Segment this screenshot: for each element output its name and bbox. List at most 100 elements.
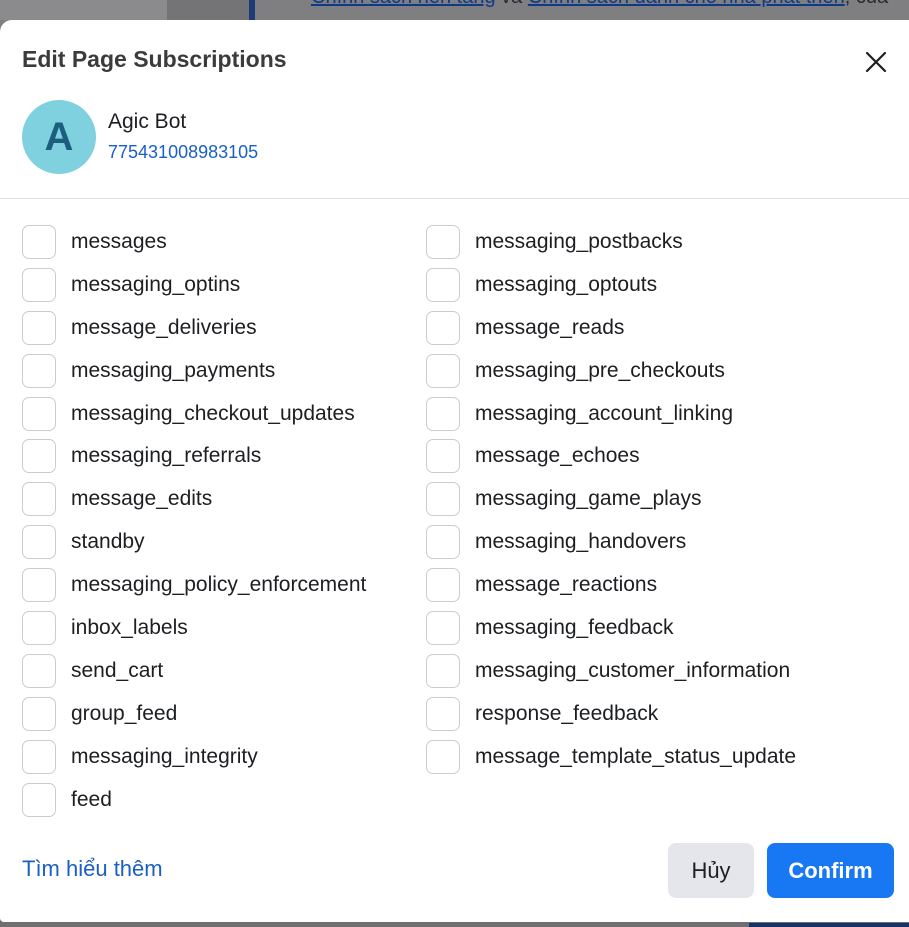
subscription-checkbox[interactable] [22, 696, 56, 731]
subscription-field-label: messaging_feedback [475, 616, 674, 640]
subscription-checkbox[interactable] [22, 611, 56, 646]
subscription-field-label: messaging_optouts [475, 272, 658, 296]
subscription-checkbox[interactable] [22, 310, 56, 345]
subscription-checkbox[interactable] [426, 653, 460, 688]
subscription-field[interactable]: message_template_status_update [426, 738, 882, 776]
subscription-checkbox[interactable] [426, 525, 460, 560]
subscription-field-label: send_cart [71, 658, 164, 682]
subscription-field[interactable]: messaging_customer_information [426, 652, 882, 690]
subscription-field-label: message_deliveries [71, 315, 257, 339]
subscription-checkbox[interactable] [22, 353, 56, 388]
subscription-field-label: standby [71, 530, 145, 554]
subscription-field[interactable]: messaging_feedback [426, 609, 882, 647]
subscription-checkbox[interactable] [22, 739, 56, 774]
subscription-checkbox[interactable] [426, 267, 460, 302]
background-text-and: và [496, 0, 528, 8]
page-id-link[interactable]: 775431008983105 [108, 142, 258, 163]
subscription-field[interactable]: message_reads [426, 309, 882, 347]
subscription-field[interactable]: messages [22, 223, 426, 261]
subscription-field-label: messaging_pre_checkouts [475, 358, 725, 382]
background-sidebar [0, 0, 167, 20]
subscription-field[interactable]: messaging_payments [22, 352, 426, 390]
dialog-title: Edit Page Subscriptions [22, 46, 287, 72]
subscription-field-label: messaging_customer_information [475, 658, 791, 682]
subscription-field-label: messaging_payments [71, 358, 276, 382]
learn-more-link[interactable]: Tìm hiểu thêm [22, 856, 163, 882]
subscription-field[interactable]: group_feed [22, 695, 426, 733]
subscription-field-label: message_echoes [475, 444, 640, 468]
subscription-checkbox[interactable] [426, 482, 460, 517]
subscription-field[interactable]: messaging_optins [22, 266, 426, 304]
background-column [167, 0, 249, 20]
subscription-checkbox[interactable] [22, 782, 56, 817]
confirm-button[interactable]: Confirm [767, 843, 894, 898]
subscription-checkbox[interactable] [426, 439, 460, 474]
subscription-field-label: message_reads [475, 315, 625, 339]
subscription-field[interactable]: messaging_checkout_updates [22, 395, 426, 433]
edit-subscriptions-dialog: Edit Page Subscriptions A Agic Bot 77543… [0, 20, 909, 922]
background-bottom-strip [749, 923, 909, 927]
background-text-tail: , của [845, 0, 888, 8]
subscription-checkbox[interactable] [22, 439, 56, 474]
subscription-field[interactable]: messaging_integrity [22, 738, 426, 776]
subscription-field-label: message_edits [71, 487, 213, 511]
subscription-checkbox[interactable] [426, 353, 460, 388]
background-text: Chính sách nền tảng và Chính sách dành c… [311, 0, 888, 9]
subscription-field-label: response_feedback [475, 701, 659, 725]
subscription-field[interactable]: standby [22, 523, 426, 561]
subscription-field[interactable]: response_feedback [426, 695, 882, 733]
subscription-field[interactable]: messaging_referrals [22, 437, 426, 475]
subscription-checkbox[interactable] [22, 653, 56, 688]
subscription-field-label: messaging_checkout_updates [71, 401, 355, 425]
subscription-field[interactable]: messaging_pre_checkouts [426, 352, 882, 390]
subscription-field[interactable]: messaging_postbacks [426, 223, 882, 261]
subscription-field[interactable]: feed [22, 781, 426, 819]
subscription-field[interactable]: message_edits [22, 480, 426, 518]
close-icon [865, 51, 887, 73]
page-name: Agic Bot [108, 110, 187, 133]
subscription-field[interactable]: message_echoes [426, 437, 882, 475]
subscription-field[interactable]: messaging_optouts [426, 266, 882, 304]
subscription-field[interactable]: messaging_handovers [426, 523, 882, 561]
subscription-field[interactable]: send_cart [22, 652, 426, 690]
subscription-field-label: messaging_optins [71, 272, 241, 296]
subscription-checkbox[interactable] [22, 225, 56, 259]
subscription-checkbox[interactable] [426, 739, 460, 774]
subscription-checkbox[interactable] [22, 267, 56, 302]
subscription-checkbox[interactable] [426, 310, 460, 345]
background-link-developer-policy: Chính sách dành cho nhà phát triển [528, 0, 845, 8]
subscription-checkbox[interactable] [22, 525, 56, 560]
subscription-checkbox[interactable] [426, 696, 460, 731]
subscription-field-label: messaging_game_plays [475, 487, 702, 511]
subscription-field-label: messaging_postbacks [475, 230, 683, 253]
close-button[interactable] [858, 44, 894, 80]
subscription-field-label: messaging_account_linking [475, 401, 733, 425]
subscription-field-label: messaging_referrals [71, 444, 262, 468]
subscription-field-label: messaging_policy_enforcement [71, 573, 367, 597]
background-link-platform-policy: Chính sách nền tảng [311, 0, 496, 8]
subscription-field-label: inbox_labels [71, 616, 188, 640]
subscription-field-label: messaging_integrity [71, 744, 258, 768]
subscription-checkbox[interactable] [22, 396, 56, 431]
subscription-checkbox[interactable] [22, 568, 56, 603]
subscription-field[interactable]: message_deliveries [22, 309, 426, 347]
background-content: Chính sách nền tảng và Chính sách dành c… [255, 0, 909, 20]
subscription-field-label: messages [71, 230, 167, 253]
subscription-field-label: group_feed [71, 701, 178, 725]
subscription-fields-list: messages messaging_postbacks messaging_opt… [22, 223, 882, 823]
subscription-field[interactable]: messaging_policy_enforcement [22, 566, 426, 604]
subscription-field[interactable]: inbox_labels [22, 609, 426, 647]
cancel-button[interactable]: Hủy [668, 843, 754, 898]
subscription-field-label: message_reactions [475, 573, 658, 597]
subscription-field[interactable]: messaging_account_linking [426, 395, 882, 433]
subscription-checkbox[interactable] [426, 225, 460, 259]
subscription-checkbox[interactable] [22, 482, 56, 517]
subscription-field[interactable]: message_reactions [426, 566, 882, 604]
subscription-field[interactable]: messaging_game_plays [426, 480, 882, 518]
divider [0, 198, 909, 199]
subscription-checkbox[interactable] [426, 396, 460, 431]
subscription-checkbox[interactable] [426, 568, 460, 603]
subscription-checkbox[interactable] [426, 611, 460, 646]
subscription-field-label: feed [71, 787, 112, 811]
avatar: A [22, 100, 96, 174]
